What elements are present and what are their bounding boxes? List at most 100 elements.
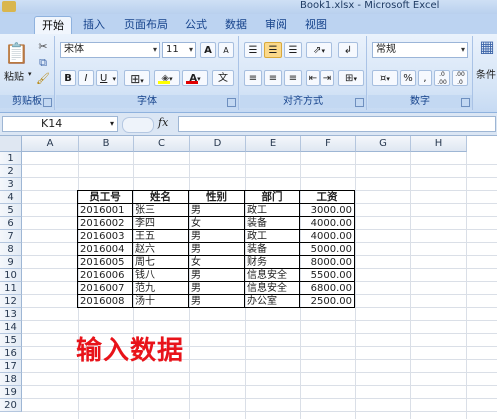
decrease-indent-button[interactable]: ⇤ xyxy=(306,70,320,86)
increase-decimal-button[interactable]: .0 .00 xyxy=(434,70,450,86)
table-cell[interactable]: 男 xyxy=(188,268,245,282)
underline-button[interactable]: U ▾ xyxy=(96,70,118,86)
table-cell[interactable]: 王五 xyxy=(132,229,189,243)
table-cell[interactable]: 赵六 xyxy=(132,242,189,256)
tab-data[interactable]: 数据 xyxy=(218,16,254,33)
tab-formulas[interactable]: 公式 xyxy=(178,16,214,33)
row-header[interactable]: 12 xyxy=(0,295,22,308)
cut-icon[interactable]: ✂ xyxy=(36,40,50,54)
borders-button[interactable]: ⊞▾ xyxy=(124,70,150,86)
tab-home[interactable]: 开始 xyxy=(34,16,72,34)
row-header[interactable]: 13 xyxy=(0,308,22,321)
table-cell[interactable]: 汤十 xyxy=(132,294,189,308)
row-header[interactable]: 7 xyxy=(0,230,22,243)
column-header[interactable]: F xyxy=(301,136,356,152)
table-cell[interactable]: 装备 xyxy=(244,216,300,230)
table-cell[interactable]: 装备 xyxy=(244,242,300,256)
table-cell[interactable]: 4000.00 xyxy=(299,229,355,243)
table-cell[interactable]: 范九 xyxy=(132,281,189,295)
conditional-formatting-icon[interactable]: ▦ xyxy=(478,39,496,62)
table-cell[interactable]: 3000.00 xyxy=(299,203,355,217)
row-header[interactable]: 18 xyxy=(0,373,22,386)
shrink-font-button[interactable]: A xyxy=(218,42,234,58)
tab-page-layout[interactable]: 页面布局 xyxy=(118,16,174,33)
table-cell[interactable]: 男 xyxy=(188,203,245,217)
table-cell[interactable]: 政工 xyxy=(244,203,300,217)
alignment-launcher-icon[interactable] xyxy=(355,98,364,107)
format-painter-icon[interactable]: 🖌 xyxy=(36,72,50,86)
table-cell[interactable]: 2016006 xyxy=(77,268,133,282)
row-header[interactable]: 9 xyxy=(0,256,22,269)
name-box[interactable]: K14 ▾ xyxy=(2,116,118,132)
column-header[interactable]: G xyxy=(356,136,411,152)
row-header[interactable]: 20 xyxy=(0,399,22,412)
align-top-button[interactable]: ☰ xyxy=(244,42,262,58)
select-all-corner[interactable] xyxy=(0,136,22,152)
table-cell[interactable]: 男 xyxy=(188,294,245,308)
table-cell[interactable]: 钱八 xyxy=(132,268,189,282)
formula-input[interactable] xyxy=(178,116,496,132)
conditional-formatting-label[interactable]: 条件 xyxy=(476,66,496,81)
paste-icon[interactable]: 📋 xyxy=(4,40,29,66)
table-cell[interactable]: 6800.00 xyxy=(299,281,355,295)
row-header[interactable]: 2 xyxy=(0,165,22,178)
align-center-button[interactable]: ≡ xyxy=(264,70,282,86)
header-department[interactable]: 部门 xyxy=(244,190,300,204)
header-gender[interactable]: 性别 xyxy=(188,190,245,204)
table-cell[interactable]: 张三 xyxy=(132,203,189,217)
phonetic-button[interactable]: 文 xyxy=(212,70,234,86)
table-cell[interactable]: 女 xyxy=(188,216,245,230)
table-cell[interactable]: 2016005 xyxy=(77,255,133,269)
align-left-button[interactable]: ≡ xyxy=(244,70,262,86)
row-header[interactable]: 15 xyxy=(0,334,22,347)
comma-button[interactable]: , xyxy=(418,70,432,86)
table-cell[interactable]: 李四 xyxy=(132,216,189,230)
table-cell[interactable]: 男 xyxy=(188,229,245,243)
align-bottom-button[interactable]: ☰ xyxy=(284,42,302,58)
row-header[interactable]: 14 xyxy=(0,321,22,334)
align-middle-button[interactable]: ☰ xyxy=(264,42,282,58)
table-cell[interactable]: 2016008 xyxy=(77,294,133,308)
row-header[interactable]: 8 xyxy=(0,243,22,256)
column-header[interactable]: B xyxy=(79,136,134,152)
table-cell[interactable]: 2016002 xyxy=(77,216,133,230)
table-cell[interactable]: 2016007 xyxy=(77,281,133,295)
table-cell[interactable]: 5000.00 xyxy=(299,242,355,256)
quick-access-icon[interactable] xyxy=(2,1,16,12)
header-name[interactable]: 姓名 xyxy=(132,190,189,204)
increase-indent-button[interactable]: ⇥ xyxy=(320,70,334,86)
number-format-select[interactable]: 常规 ▾ xyxy=(372,42,468,58)
column-header[interactable]: D xyxy=(190,136,246,152)
bold-button[interactable]: B xyxy=(60,70,76,86)
paste-label[interactable]: 粘贴 xyxy=(4,68,24,83)
tab-insert[interactable]: 插入 xyxy=(76,16,112,33)
tab-review[interactable]: 审阅 xyxy=(258,16,294,33)
header-salary[interactable]: 工资 xyxy=(299,190,355,204)
font-name-select[interactable]: 宋体 ▾ xyxy=(60,42,160,58)
table-cell[interactable]: 2016003 xyxy=(77,229,133,243)
table-cell[interactable]: 财务 xyxy=(244,255,300,269)
column-header[interactable]: H xyxy=(411,136,467,152)
column-header[interactable]: C xyxy=(134,136,190,152)
table-cell[interactable]: 周七 xyxy=(132,255,189,269)
currency-button[interactable]: ¤▾ xyxy=(372,70,398,86)
table-cell[interactable]: 4000.00 xyxy=(299,216,355,230)
paste-dropdown-icon[interactable]: ▾ xyxy=(28,70,32,78)
row-header[interactable]: 3 xyxy=(0,178,22,191)
font-launcher-icon[interactable] xyxy=(227,98,236,107)
grow-font-button[interactable]: A xyxy=(200,42,216,58)
copy-icon[interactable]: ⧉ xyxy=(36,56,50,70)
column-header[interactable]: E xyxy=(246,136,301,152)
italic-button[interactable]: I xyxy=(78,70,94,86)
number-launcher-icon[interactable] xyxy=(461,98,470,107)
fill-color-button[interactable]: ◈ ▾ xyxy=(154,70,180,86)
row-header[interactable]: 19 xyxy=(0,386,22,399)
table-cell[interactable]: 男 xyxy=(188,281,245,295)
row-header[interactable]: 16 xyxy=(0,347,22,360)
decrease-decimal-button[interactable]: .00 .0 xyxy=(452,70,468,86)
orientation-button[interactable]: ⇗▾ xyxy=(306,42,332,58)
formula-bar-splitter[interactable] xyxy=(122,117,154,133)
wrap-text-button[interactable]: ↲ xyxy=(338,42,358,58)
table-cell[interactable]: 2500.00 xyxy=(299,294,355,308)
tab-view[interactable]: 视图 xyxy=(298,16,334,33)
